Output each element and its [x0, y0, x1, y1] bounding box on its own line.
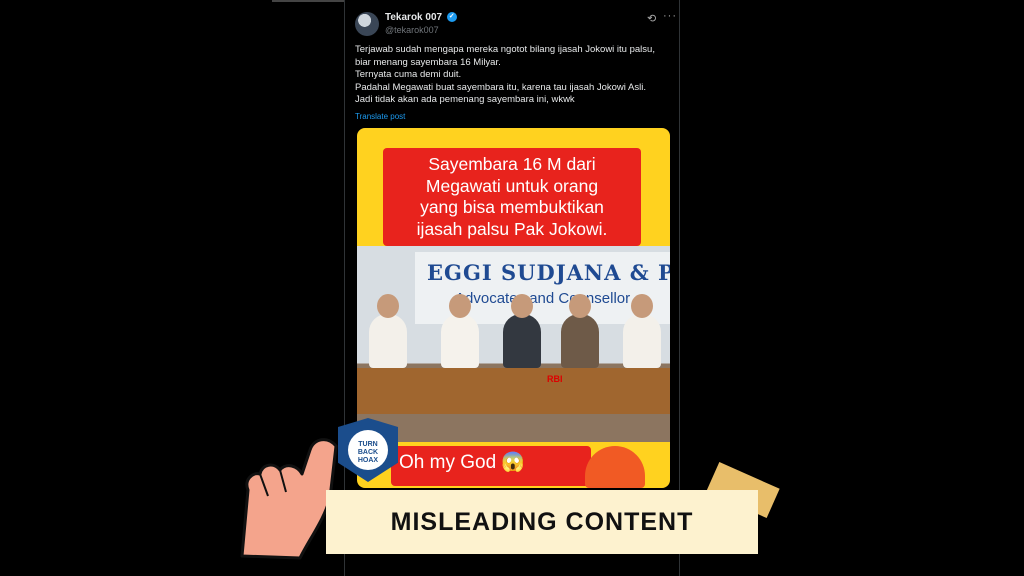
person-figure [441, 294, 479, 368]
author-handle[interactable]: @tekarok007 [385, 25, 439, 35]
conference-table [357, 368, 670, 414]
person-figure [561, 294, 599, 368]
tweet-text: Terjawab sudah mengapa mereka ngotot bil… [355, 44, 655, 105]
author-name[interactable]: Tekarok 007 ✓ [385, 12, 457, 23]
hand-icon [240, 438, 338, 560]
more-icon[interactable]: ··· [663, 10, 677, 22]
verdict-label: MISLEADING CONTENT [326, 490, 758, 554]
person-figure [503, 294, 541, 368]
avatar[interactable] [355, 12, 379, 36]
translate-link[interactable]: Translate post [355, 112, 405, 121]
verified-icon: ✓ [446, 12, 457, 23]
badge-center: TURN BACK HOAX [348, 430, 388, 470]
verdict-text: MISLEADING CONTENT [390, 507, 694, 536]
sign-title: EGGI SUDJANA & PA [427, 260, 670, 285]
grok-icon[interactable]: ⟲ [647, 12, 656, 25]
channel-logo: RBI [547, 374, 563, 384]
media-caption: Oh my God 😱 [391, 446, 591, 486]
press-conference-photo: EGGI SUDJANA & PA Advocates and Counsell… [357, 246, 670, 442]
sign-subtitle: Advocates and Counsellor [455, 290, 631, 307]
person-figure [369, 294, 407, 368]
person-figure [623, 294, 661, 368]
hat-figure [585, 446, 645, 488]
tweet-media-image[interactable]: Sayembara 16 M dari Megawati untuk orang… [357, 128, 670, 488]
top-divider [272, 0, 352, 2]
media-headline: Sayembara 16 M dari Megawati untuk orang… [383, 148, 641, 246]
